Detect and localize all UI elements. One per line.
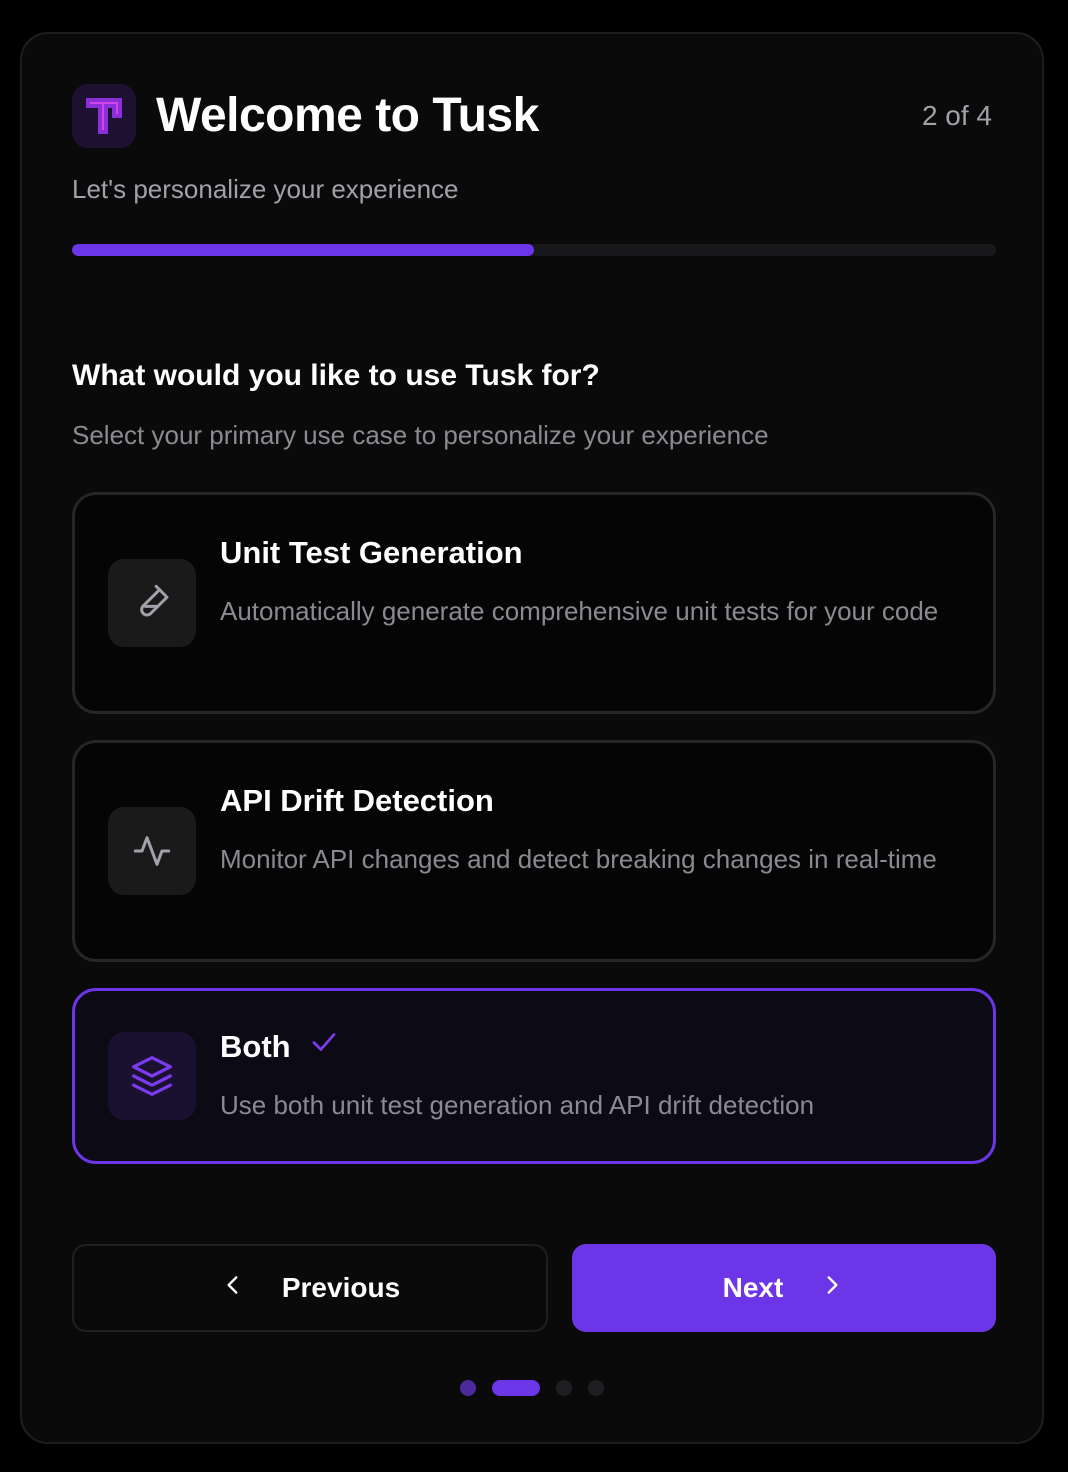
step-dot-4 — [588, 1380, 604, 1396]
step-indicator: 2 of 4 — [921, 100, 992, 131]
step-dot-2 — [492, 1380, 540, 1396]
option-description: Automatically generate comprehensive uni… — [220, 596, 939, 626]
option-api-drift-detection[interactable]: API Drift Detection Monitor API changes … — [72, 740, 996, 962]
next-button[interactable]: Next — [572, 1244, 996, 1332]
page-subtitle: Let's personalize your experience — [72, 174, 459, 204]
progress-bar — [72, 244, 996, 256]
option-description: Use both unit test generation and API dr… — [220, 1090, 815, 1120]
checkmark-icon — [309, 1027, 339, 1067]
option-both[interactable]: Both Use both unit test generation and A… — [72, 988, 996, 1164]
layers-icon — [108, 1032, 196, 1120]
question-title: What would you like to use Tusk for? — [72, 359, 600, 392]
question-subtitle: Select your primary use case to personal… — [72, 420, 769, 450]
option-title: API Drift Detection — [220, 781, 494, 821]
step-dot-3 — [556, 1380, 572, 1396]
option-title-text: Unit Test Generation — [220, 535, 523, 570]
next-button-label: Next — [722, 1272, 784, 1303]
option-title: Both — [220, 1027, 339, 1067]
option-unit-test-generation[interactable]: Unit Test Generation Automatically gener… — [72, 492, 996, 714]
step-dot-1 — [460, 1380, 476, 1396]
previous-button-label: Previous — [281, 1272, 401, 1303]
option-title-text: API Drift Detection — [220, 783, 494, 818]
page-title: Welcome to Tusk — [156, 89, 539, 142]
option-title-text: Both — [220, 1029, 291, 1064]
progress-bar-fill — [72, 244, 534, 256]
onboarding-card: Welcome to Tusk 2 of 4 Let's personalize… — [20, 32, 1044, 1444]
test-tube-icon — [108, 559, 196, 647]
chevron-left-icon — [220, 1272, 246, 1305]
option-description: Monitor API changes and detect breaking … — [220, 844, 937, 874]
option-title: Unit Test Generation — [220, 533, 523, 573]
step-dots — [22, 1380, 1042, 1396]
chevron-right-icon — [819, 1272, 845, 1305]
tusk-logo-icon — [72, 84, 136, 148]
previous-button[interactable]: Previous — [72, 1244, 548, 1332]
activity-icon — [108, 807, 196, 895]
